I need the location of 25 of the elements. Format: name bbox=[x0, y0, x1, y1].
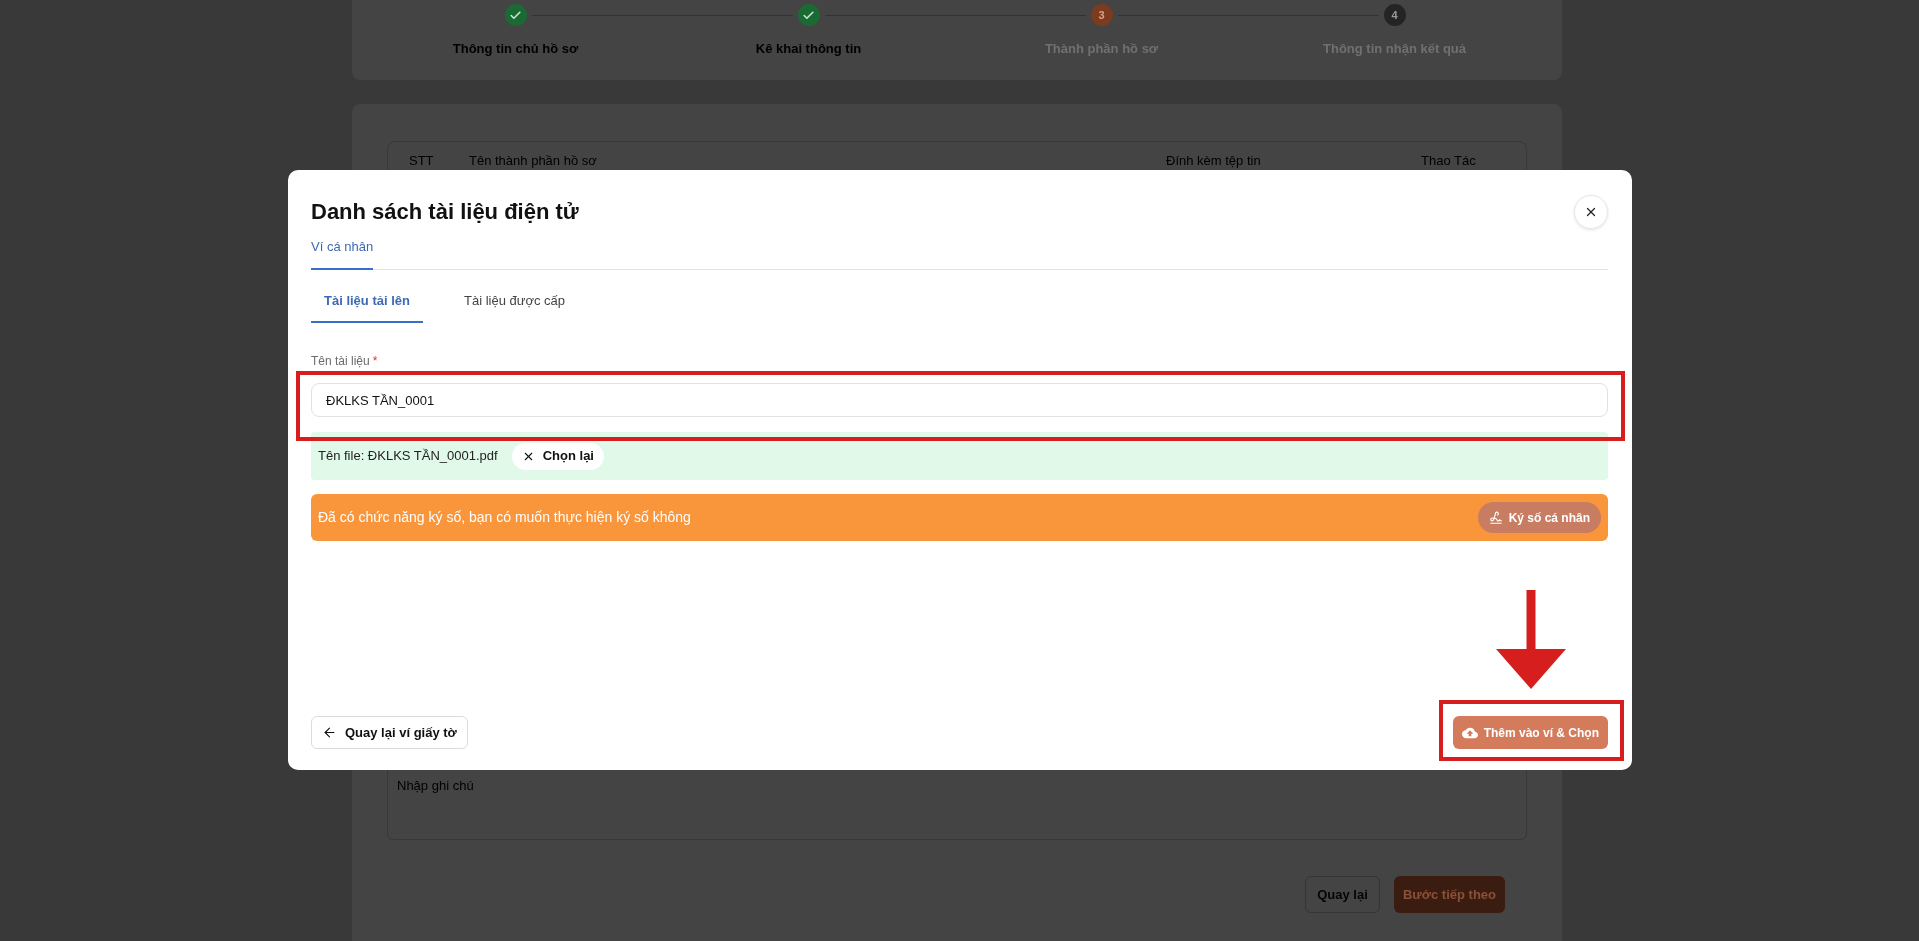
step-number: 4 bbox=[1383, 4, 1406, 26]
column-header: Đính kèm tệp tin bbox=[1166, 153, 1261, 168]
step-check-icon bbox=[797, 4, 820, 26]
file-name-text: Tên file: ĐKLKS TẦN_0001.pdf bbox=[318, 447, 498, 466]
subtab[interactable]: Tài liệu được cấp bbox=[450, 292, 579, 323]
step-label: Kê khai thông tin bbox=[755, 41, 862, 57]
field-label: Tên tài liệu bbox=[311, 354, 370, 368]
signature-icon bbox=[1488, 510, 1503, 525]
reselect-button[interactable]: Chọn lại bbox=[511, 442, 604, 470]
banner-message: Đã có chức năng ký số, bạn có muốn thực hiện ký số không bbox=[318, 508, 691, 527]
step-label: Thông tin chủ hồ sơ bbox=[452, 41, 579, 57]
step-number: 3 bbox=[1090, 4, 1113, 26]
sign-button[interactable]: Ký số cá nhân bbox=[1477, 502, 1601, 533]
add-and-select-button[interactable]: Thêm vào ví & Chọn bbox=[1452, 716, 1608, 749]
tab[interactable]: Ví cá nhân bbox=[311, 236, 374, 270]
column-header: STT bbox=[409, 153, 434, 168]
column-header: Tên thành phần hồ sơ bbox=[469, 153, 597, 168]
close-icon bbox=[1584, 205, 1598, 219]
dialog-title: Danh sách tài liệu điện tử bbox=[311, 198, 579, 226]
column-header: Thao Tác bbox=[1421, 153, 1476, 168]
back-to-wallet-button[interactable]: Quay lại ví giấy tờ bbox=[311, 716, 468, 749]
step-check-icon bbox=[504, 4, 527, 26]
document-name-field[interactable]: ĐKLKS TẦN_0001 bbox=[311, 383, 1608, 417]
subtab[interactable]: Tài liệu tải lên bbox=[311, 292, 423, 323]
required-mark: * bbox=[372, 354, 378, 368]
